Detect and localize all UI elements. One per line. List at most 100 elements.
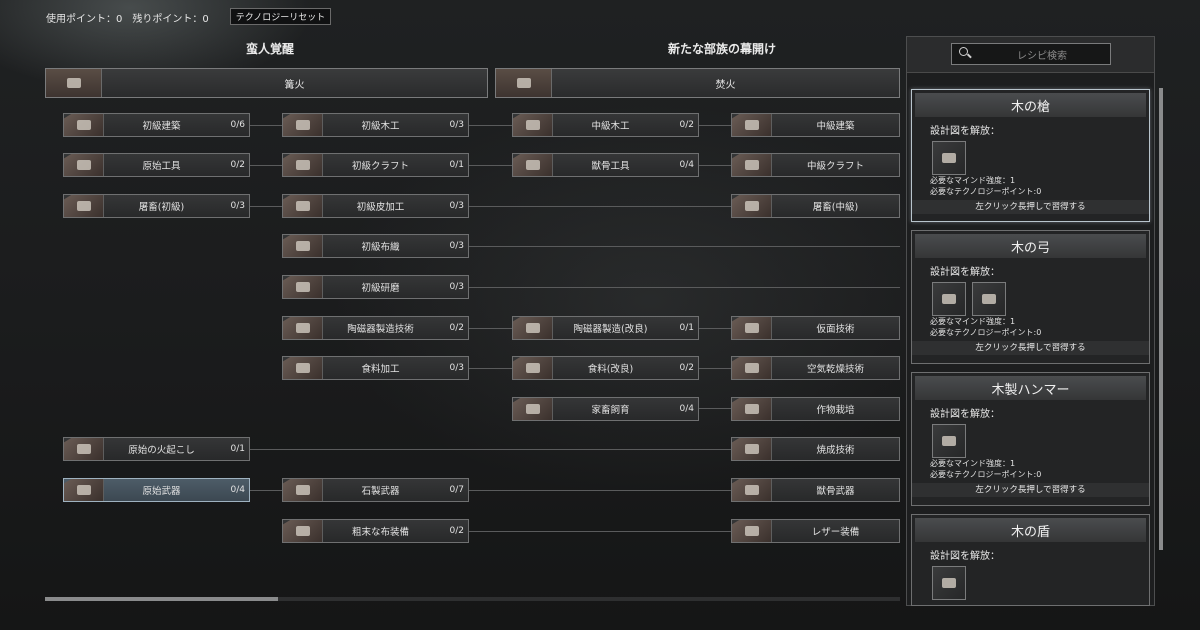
tech-node-basic-grinding[interactable]: 初級研磨 0/3 xyxy=(282,275,469,299)
remaining-points: 残りポイント：0 xyxy=(132,13,209,25)
panel-vertical-scrollbar[interactable] xyxy=(1159,88,1163,550)
butchery-icon xyxy=(64,195,104,217)
tech-node-count: 0/3 xyxy=(230,201,245,211)
connector xyxy=(469,206,732,207)
recipe-unlock-label: 設計図を解放： xyxy=(930,126,1000,137)
tech-node-butchery-basic[interactable]: 屠畜(初級) 0/3 xyxy=(63,194,250,218)
connector xyxy=(699,165,732,166)
fire-icon xyxy=(496,69,552,97)
tech-node-count: 0/4 xyxy=(679,160,694,170)
recipe-panel-header: レシピ検索 xyxy=(907,37,1154,73)
drying-rack-icon xyxy=(732,357,772,379)
recipe-card-wooden-spear[interactable]: 木の槍 設計図を解放： 必要なマインド強度：1 必要なテクノロジーポイント:0 … xyxy=(911,89,1150,222)
tech-node-label: レザー装備 xyxy=(811,527,860,538)
root-node-fire[interactable]: 焚火 xyxy=(495,68,900,98)
tech-node-label: 焼成技術 xyxy=(816,445,855,456)
tech-node-bone-weapons[interactable]: 獣骨武器 xyxy=(731,478,900,502)
tech-node-food-improved[interactable]: 食料(改良) 0/2 xyxy=(512,356,699,380)
tech-node-basic-building[interactable]: 初級建築 0/6 xyxy=(63,113,250,137)
tech-node-label: 食料加工 xyxy=(361,364,400,375)
building-icon xyxy=(64,114,104,136)
tech-node-food-processing[interactable]: 食料加工 0/3 xyxy=(282,356,469,380)
root-node-label: 焚火 xyxy=(715,79,736,91)
horizontal-scrollbar-thumb[interactable] xyxy=(45,597,278,601)
recipe-unlock-label: 設計図を解放： xyxy=(930,267,1000,278)
bone-spear-icon xyxy=(732,479,772,501)
woodwork-icon xyxy=(513,114,553,136)
tech-node-label: 中級木工 xyxy=(591,121,630,132)
kiln-icon xyxy=(732,438,772,460)
tech-node-bone-tools[interactable]: 獣骨工具 0/4 xyxy=(512,153,699,177)
tech-node-label: 初級布織 xyxy=(361,242,400,253)
tech-node-mask[interactable]: 仮面技術 xyxy=(731,316,900,340)
recipe-card-title: 木の盾 xyxy=(915,518,1146,542)
tech-node-count: 0/3 xyxy=(449,120,464,130)
ceramics-icon xyxy=(283,317,323,339)
tech-node-crude-cloth-gear[interactable]: 粗末な布装備 0/2 xyxy=(282,519,469,543)
tech-node-primitive-firemaking[interactable]: 原始の火起こし 0/1 xyxy=(63,437,250,461)
grindstone-icon xyxy=(283,276,323,298)
tech-node-label: 獣骨工具 xyxy=(591,161,630,172)
building-icon xyxy=(732,114,772,136)
tech-node-basic-woodwork[interactable]: 初級木工 0/3 xyxy=(282,113,469,137)
tech-node-mid-building[interactable]: 中級建築 xyxy=(731,113,900,137)
tech-node-primitive-weapons[interactable]: 原始武器 0/4 xyxy=(63,478,250,502)
recipe-card-title: 木の弓 xyxy=(915,234,1146,258)
connector xyxy=(469,490,732,491)
butchery-icon xyxy=(732,195,772,217)
tech-node-count: 0/3 xyxy=(449,241,464,251)
search-placeholder: レシピ検索 xyxy=(1017,50,1067,62)
trough-icon xyxy=(513,398,553,420)
tech-node-label: 空気乾燥技術 xyxy=(806,364,864,375)
connector xyxy=(699,125,732,126)
tech-node-leather-gear[interactable]: レザー装備 xyxy=(731,519,900,543)
craft-icon xyxy=(732,154,772,176)
recipe-card-wooden-bow[interactable]: 木の弓 設計図を解放： 必要なマインド強度：1 必要なテクノロジーポイント:0 … xyxy=(911,230,1150,364)
campfire-icon xyxy=(46,69,102,97)
recipe-card-wooden-shield[interactable]: 木の盾 設計図を解放： xyxy=(911,514,1150,606)
tech-node-butchery-mid[interactable]: 屠畜(中級) xyxy=(731,194,900,218)
hammer-icon xyxy=(932,424,966,458)
used-points: 使用ポイント：0 xyxy=(46,13,123,25)
tech-node-label: 家畜飼育 xyxy=(591,405,630,416)
tech-node-mid-woodwork[interactable]: 中級木工 0/2 xyxy=(512,113,699,137)
tech-node-basic-leather[interactable]: 初級皮加工 0/3 xyxy=(282,194,469,218)
root-node-bonfire[interactable]: 篝火 xyxy=(45,68,488,98)
connector xyxy=(699,368,732,369)
connector xyxy=(250,449,732,450)
root-node-label: 篝火 xyxy=(284,79,305,91)
tech-node-air-drying[interactable]: 空気乾燥技術 xyxy=(731,356,900,380)
tech-node-basic-craft[interactable]: 初級クラフト 0/1 xyxy=(282,153,469,177)
connector xyxy=(469,531,732,532)
tech-node-farming[interactable]: 作物栽培 xyxy=(731,397,900,421)
tech-node-label: 粗末な布装備 xyxy=(351,527,409,538)
tech-node-count: 0/1 xyxy=(449,160,464,170)
tech-node-ceramics-improved[interactable]: 陶磁器製造(改良) 0/1 xyxy=(512,316,699,340)
tech-node-ceramics[interactable]: 陶磁器製造技術 0/2 xyxy=(282,316,469,340)
tech-reset-button[interactable]: テクノロジーリセット xyxy=(230,8,331,25)
tech-node-primitive-tools[interactable]: 原始工具 0/2 xyxy=(63,153,250,177)
connector xyxy=(250,165,284,166)
axe-icon xyxy=(64,154,104,176)
connector xyxy=(469,287,900,288)
tech-node-mid-craft[interactable]: 中級クラフト xyxy=(731,153,900,177)
recipe-card-title: 木の槍 xyxy=(915,93,1146,117)
tech-node-livestock[interactable]: 家畜飼育 0/4 xyxy=(512,397,699,421)
tech-node-label: 中級建築 xyxy=(816,121,855,132)
tech-node-basic-weaving[interactable]: 初級布織 0/3 xyxy=(282,234,469,258)
tech-node-label: 屠畜(初級) xyxy=(138,202,185,213)
search-icon xyxy=(956,45,974,63)
tech-node-label: 原始の火起こし xyxy=(128,445,195,456)
tech-node-firing[interactable]: 焼成技術 xyxy=(731,437,900,461)
tech-node-stone-weapons[interactable]: 石製武器 0/7 xyxy=(282,478,469,502)
tech-point-requirement: 必要なテクノロジーポイント:0 xyxy=(930,328,1042,337)
tech-node-label: 獣骨武器 xyxy=(816,486,855,497)
spear-icon xyxy=(64,479,104,501)
tech-node-label: 中級クラフト xyxy=(806,161,864,172)
tech-node-label: 原始工具 xyxy=(142,161,181,172)
connector xyxy=(469,246,900,247)
recipe-search-input[interactable]: レシピ検索 xyxy=(951,43,1111,65)
learn-hint: 左クリック長押しで習得する xyxy=(912,200,1149,214)
connector xyxy=(250,125,284,126)
recipe-card-wooden-hammer[interactable]: 木製ハンマー 設計図を解放： 必要なマインド強度：1 必要なテクノロジーポイント… xyxy=(911,372,1150,506)
